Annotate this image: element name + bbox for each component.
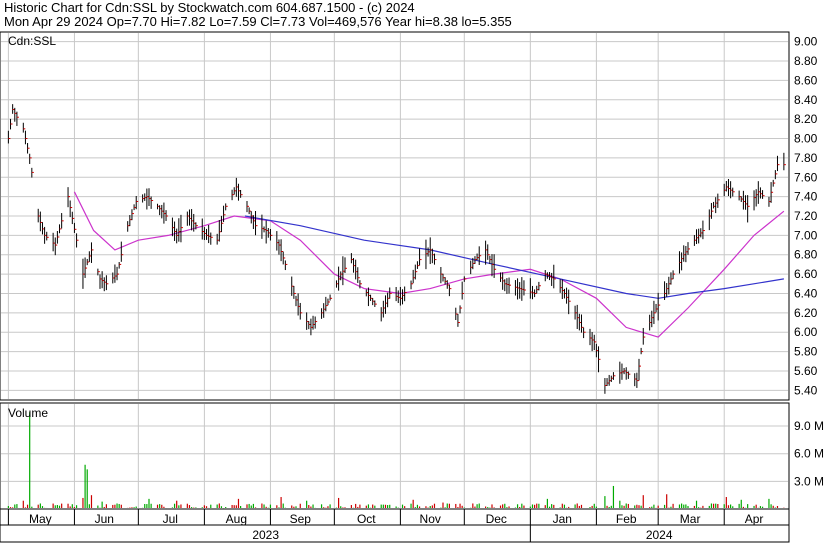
price-panel-title: Cdn:SSL (8, 34, 56, 48)
volume-panel (0, 402, 790, 510)
price-y-axis: 9.00 8.80 8.60 8.40 8.20 8.00 7.80 7.60 7.40 7.20… (794, 35, 818, 398)
month-label: Aug (226, 512, 247, 526)
month-label: Feb (616, 512, 637, 526)
month-label: Apr (745, 512, 764, 526)
price-tick-label: 6.60 (794, 267, 818, 281)
month-label: Jul (163, 512, 178, 526)
month-label: Mar (680, 512, 701, 526)
stock-chart: 9.00 8.80 8.60 8.40 8.20 8.00 7.80 7.60 7.40 7.20… (0, 31, 824, 543)
month-label: Oct (357, 512, 376, 526)
price-tick-label: 6.20 (794, 306, 818, 320)
price-tick-label: 7.40 (794, 190, 818, 204)
month-label: Jan (553, 512, 572, 526)
price-tick-label: 5.40 (794, 383, 818, 397)
year-label: 2023 (252, 528, 279, 542)
volume-tick-label: 3.0 M (794, 474, 824, 488)
price-tick-label: 6.80 (794, 248, 818, 262)
volume-y-axis: 9.0 M 6.0 M 3.0 M (794, 419, 824, 488)
price-tick-label: 7.20 (794, 209, 818, 223)
price-tick-label: 8.40 (794, 93, 818, 107)
month-label: Jun (95, 512, 114, 526)
volume-tick-label: 9.0 M (794, 419, 824, 433)
price-tick-label: 5.80 (794, 345, 818, 359)
month-axis (0, 508, 790, 526)
price-tick-label: 8.80 (794, 54, 818, 68)
price-tick-label: 6.40 (794, 286, 818, 300)
price-tick-label: 8.00 (794, 132, 818, 146)
price-tick-label: 8.20 (794, 112, 818, 126)
price-tick-label: 6.00 (794, 325, 818, 339)
year-label: 2024 (646, 528, 673, 542)
price-tick-label: 7.60 (794, 170, 818, 184)
volume-panel-title: Volume (8, 406, 48, 420)
month-label: May (29, 512, 52, 526)
month-label: Dec (486, 512, 507, 526)
price-tick-label: 9.00 (794, 35, 818, 49)
price-tick-label: 5.60 (794, 364, 818, 378)
price-tick-label: 8.60 (794, 73, 818, 87)
month-label: Sep (290, 512, 312, 526)
month-label: Nov (420, 512, 441, 526)
volume-tick-label: 6.0 M (794, 447, 824, 461)
price-tick-label: 7.80 (794, 151, 818, 165)
price-tick-label: 7.00 (794, 228, 818, 242)
